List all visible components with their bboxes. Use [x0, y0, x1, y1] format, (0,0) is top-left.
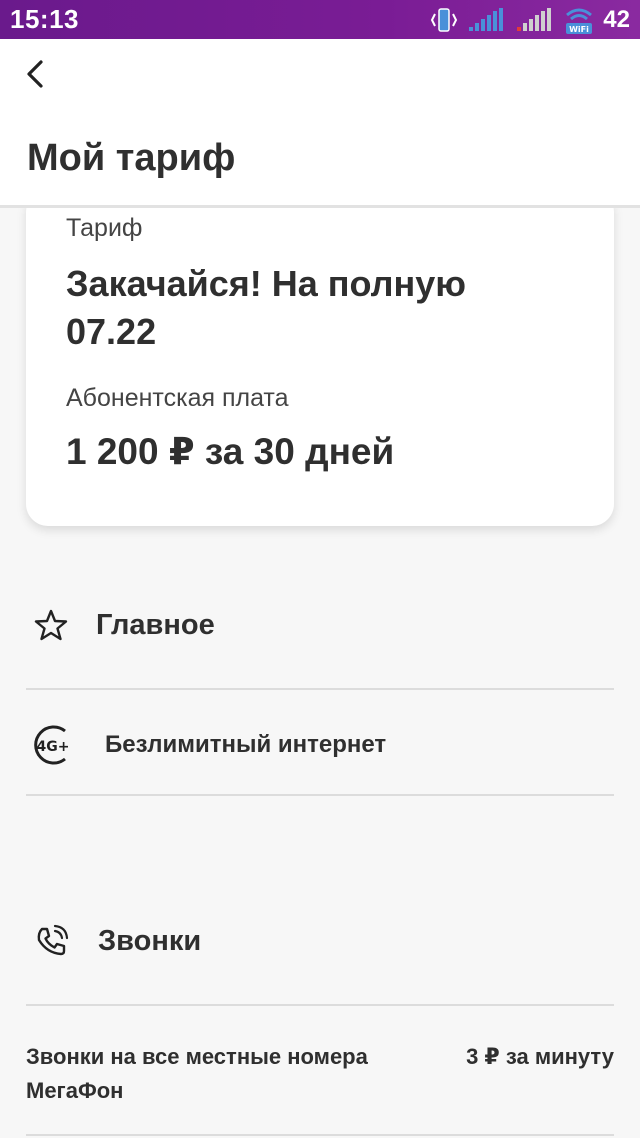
tariff-label: Тариф [66, 214, 143, 242]
section-calls-title: Звонки [98, 924, 202, 957]
star-icon [34, 609, 68, 641]
status-time: 15:13 [10, 4, 79, 34]
battery-level: 42 [603, 5, 630, 33]
call-item-price: 3 ₽ за минуту [466, 1044, 614, 1069]
divider [26, 688, 614, 690]
wifi-icon: WiFi [566, 8, 593, 34]
vibrate-icon [431, 7, 458, 32]
back-button[interactable] [20, 59, 50, 89]
section-calls[interactable]: Звонки [26, 918, 614, 964]
call-item-name: Звонки на все местные номера МегаФон [26, 1044, 368, 1103]
app-header: Мой тариф [0, 39, 640, 208]
tariff-card: Тариф Закачайся! На полную 07.22 Абонент… [26, 190, 614, 526]
divider [26, 794, 614, 796]
section-internet-title: Безлимитный интернет [105, 731, 387, 758]
section-main[interactable]: Главное [26, 600, 614, 650]
fee-value: 1 200 ₽ за 30 дней [66, 431, 395, 472]
page-title: Мой тариф [27, 137, 236, 179]
section-internet[interactable]: 4G+ Безлимитный интернет [26, 722, 614, 768]
divider [26, 1004, 614, 1006]
section-main-title: Главное [96, 608, 215, 641]
signal-strength-2-icon [517, 7, 552, 31]
signal-strength-icon [469, 7, 504, 31]
phone-ringing-icon [37, 924, 69, 956]
tariff-name: Закачайся! На полную 07.22 [66, 263, 467, 352]
fee-label: Абонентская плата [66, 384, 289, 412]
wifi-label: WiFi [569, 25, 589, 34]
chevron-left-icon [27, 60, 43, 88]
status-bar: 15:13 WiFi 42 [0, 0, 640, 39]
4g-plus-text: 4G+ [37, 739, 70, 755]
4g-plus-icon: 4G+ [34, 725, 70, 765]
divider [26, 1134, 614, 1136]
status-icons: WiFi 42 [429, 5, 630, 35]
